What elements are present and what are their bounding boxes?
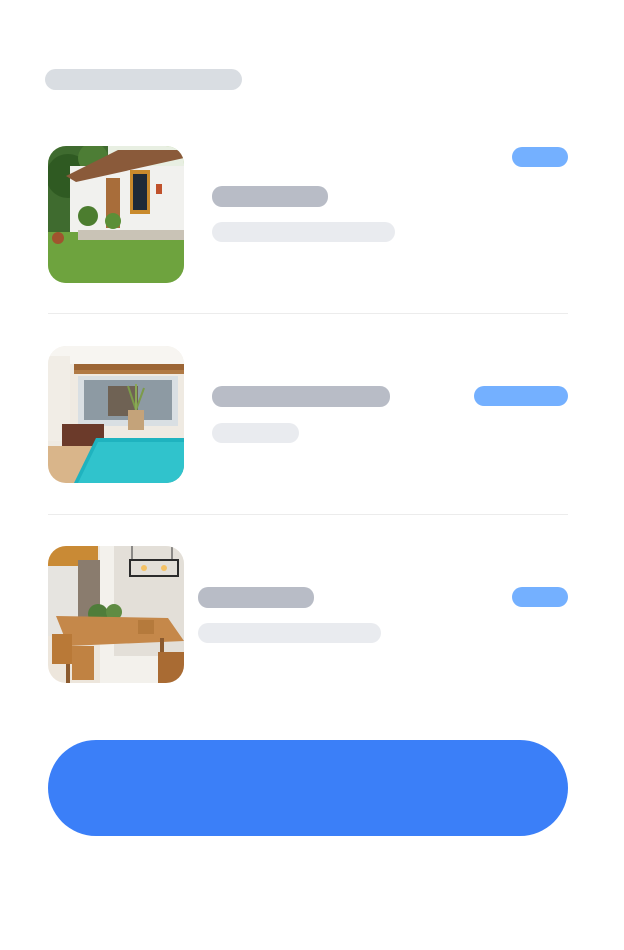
- listing-title: [198, 587, 314, 608]
- listing-title: [212, 186, 328, 207]
- listing-subtitle: [212, 222, 395, 242]
- listing-badge: [512, 587, 568, 607]
- listing-title: [212, 386, 390, 407]
- divider: [48, 514, 568, 515]
- listing-card[interactable]: [48, 546, 568, 683]
- listing-badge: [512, 147, 568, 167]
- dining-room-image: [48, 546, 184, 683]
- listing-card[interactable]: [48, 146, 568, 283]
- listing-image-dining: [48, 546, 184, 683]
- listing-badge: [474, 386, 568, 406]
- house-exterior-image: [48, 146, 184, 283]
- listing-card[interactable]: [48, 346, 568, 483]
- listing-subtitle: [198, 623, 381, 643]
- header-title-skeleton: [45, 69, 242, 90]
- pool-patio-image: [48, 346, 184, 483]
- listing-subtitle: [212, 423, 299, 443]
- primary-action-button[interactable]: [48, 740, 568, 836]
- divider: [48, 313, 568, 314]
- listing-image-house: [48, 146, 184, 283]
- listing-image-pool: [48, 346, 184, 483]
